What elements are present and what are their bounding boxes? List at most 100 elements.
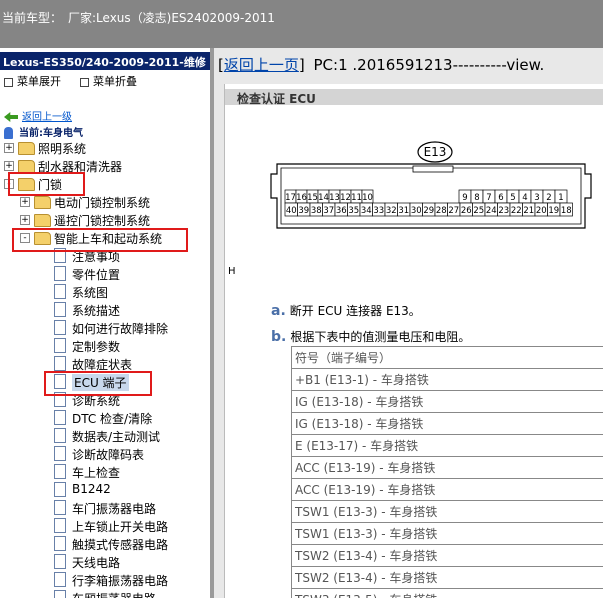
- pin-number: 33: [373, 206, 384, 216]
- table-row: TSW1 (E13-3) - 车身搭铁: [291, 522, 603, 545]
- tree-item-label: 诊断故障码表: [72, 448, 145, 462]
- pin-number: 15: [307, 193, 318, 203]
- pin-number: 7: [486, 193, 491, 203]
- page-icon: [54, 410, 66, 425]
- tree-item-label: 系统描述: [72, 304, 121, 318]
- pin-number: 29: [423, 206, 434, 216]
- back-arrow-icon: [4, 112, 18, 122]
- menu-expand-button[interactable]: 菜单展开: [4, 73, 61, 89]
- table-row: ACC (E13-19) - 车身搭铁: [291, 478, 603, 501]
- expand-icon[interactable]: +: [4, 161, 14, 171]
- expand-icon[interactable]: +: [4, 143, 14, 153]
- page-icon: [54, 446, 66, 461]
- menu-collapse-button[interactable]: 菜单折叠: [80, 73, 137, 89]
- section-title: 检查认证 ECU: [237, 92, 316, 106]
- pin-number: 22: [511, 206, 522, 216]
- pin-number: 36: [336, 206, 347, 216]
- pin-number: 13: [329, 193, 340, 203]
- pin-number: 3: [534, 193, 539, 203]
- page-icon: [54, 320, 66, 335]
- pin-number: 1: [558, 193, 563, 203]
- pin-number: 27: [448, 206, 459, 216]
- page-icon: [54, 302, 66, 317]
- menu-collapse-label: 菜单折叠: [93, 75, 137, 88]
- pin-number: 9: [462, 193, 467, 203]
- pin-number: 34: [361, 206, 372, 216]
- pin-number: 31: [398, 206, 409, 216]
- page-icon: [54, 482, 66, 497]
- tree-item-label: 车上检查: [72, 466, 121, 480]
- title-factory: 厂家:Lexus（凌志)ES2402009-2011: [68, 11, 275, 25]
- collapse-all-icon: [80, 77, 89, 87]
- tree-item-label: 车门振荡器电路: [72, 502, 157, 516]
- page-icon: [54, 518, 66, 533]
- table-cell: 符号（端子编号）: [291, 346, 603, 369]
- table-cell: TSW3 (E13-5) - 车身搭铁: [291, 588, 603, 598]
- table-row: IG (E13-18) - 车身搭铁: [291, 412, 603, 435]
- measurement-table: 符号（端子编号） +B1 (E13-1) - 车身搭铁 IG (E13-18) - …: [291, 346, 603, 598]
- document-body: 检查认证 ECU E13 17 16 15 14 13 12 11 10 987654321 …: [224, 84, 603, 598]
- title-prefix: 当前车型：: [2, 11, 63, 25]
- highlight-box-doorlock: [8, 172, 85, 196]
- left-nav-pane: Lexus-ES350/240-2009-2011-维修 菜单展开 菜单折叠 返…: [0, 48, 210, 598]
- tree-item-label: 天线电路: [72, 556, 121, 570]
- back-up-level-link[interactable]: 返回上一级: [4, 108, 72, 123]
- expand-all-icon: [4, 77, 13, 87]
- menu-expand-label: 菜单展开: [17, 75, 61, 88]
- folder-icon: [18, 142, 35, 155]
- pin-number: 35: [348, 206, 359, 216]
- page-icon: [54, 500, 66, 515]
- current-location: 当前:车身电气: [4, 124, 83, 139]
- pin-number: 30: [411, 206, 422, 216]
- tree-item-label: 如何进行故障排除: [72, 322, 169, 336]
- table-row: +B1 (E13-1) - 车身搭铁: [291, 368, 603, 391]
- tree-item-label: 遥控门锁控制系统: [54, 214, 151, 228]
- content-pane: [返回上一页] PC:1 .2016591213----------view. …: [214, 48, 603, 598]
- highlight-box-ecu-terminal: [44, 371, 152, 396]
- tree-item-label: DTC 检查/清除: [72, 412, 153, 426]
- table-row: IG (E13-18) - 车身搭铁: [291, 390, 603, 413]
- pin-number: 12: [340, 193, 351, 203]
- expand-icon[interactable]: +: [20, 197, 30, 207]
- tree-item-label: 电动门锁控制系统: [54, 196, 151, 210]
- step-a-text: 断开 ECU 连接器 E13。: [289, 304, 421, 318]
- tree-item-label: 数据表/主动测试: [72, 430, 161, 444]
- connector-latch: [412, 165, 454, 173]
- step-b-text: 根据下表中的值测量电压和电阻。: [290, 330, 471, 344]
- page-icon: [54, 284, 66, 299]
- folder-icon: [34, 214, 51, 227]
- pin-number: 20: [536, 206, 547, 216]
- connector-label: E13: [424, 145, 447, 159]
- table-cell: IG (E13-18) - 车身搭铁: [291, 390, 603, 413]
- pin-number: 25: [473, 206, 484, 216]
- pin-row-top-left: 17 16 15 14 13 12 11 10: [284, 189, 374, 204]
- pin-number: 24: [486, 206, 497, 216]
- table-row: 符号（端子编号）: [291, 346, 603, 369]
- table-cell: TSW1 (E13-3) - 车身搭铁: [291, 522, 603, 545]
- pin-row-bottom: 40 39 38 37 36 35 34 33 32 31 30 29 28 27 26 25 24 23 22 21…: [284, 202, 573, 217]
- pin-number: 5: [510, 193, 515, 203]
- expand-icon[interactable]: +: [20, 215, 30, 225]
- table-cell: ACC (E13-19) - 车身搭铁: [291, 478, 603, 501]
- tree-item-label: 车厢振荡器电路: [72, 590, 156, 598]
- pin-number: 11: [351, 193, 362, 203]
- pin-number: 16: [296, 193, 307, 203]
- table-cell: IG (E13-18) - 车身搭铁: [291, 412, 603, 435]
- page-icon: [54, 338, 66, 353]
- model-selector[interactable]: Lexus-ES350/240-2009-2011-维修: [0, 52, 210, 70]
- page-icon: [54, 590, 66, 598]
- section-header: 检查认证 ECU: [225, 89, 603, 106]
- step-b-letter: b.: [271, 329, 287, 345]
- back-page-link[interactable]: 返回上一页: [224, 56, 299, 74]
- table-cell: E (E13-17) - 车身搭铁: [291, 434, 603, 457]
- pin-number: 18: [561, 206, 572, 216]
- step-a-letter: a.: [271, 303, 286, 319]
- bracket-close: ]: [298, 56, 305, 74]
- tree-item-label: B1242: [72, 482, 111, 496]
- pin-number: 14: [318, 193, 329, 203]
- table-cell: +B1 (E13-1) - 车身搭铁: [291, 368, 603, 391]
- page-icon: [54, 554, 66, 569]
- menu-toolbar: 菜单展开 菜单折叠: [0, 72, 210, 90]
- pin-number: 4: [522, 193, 527, 203]
- page-icon: [54, 464, 66, 479]
